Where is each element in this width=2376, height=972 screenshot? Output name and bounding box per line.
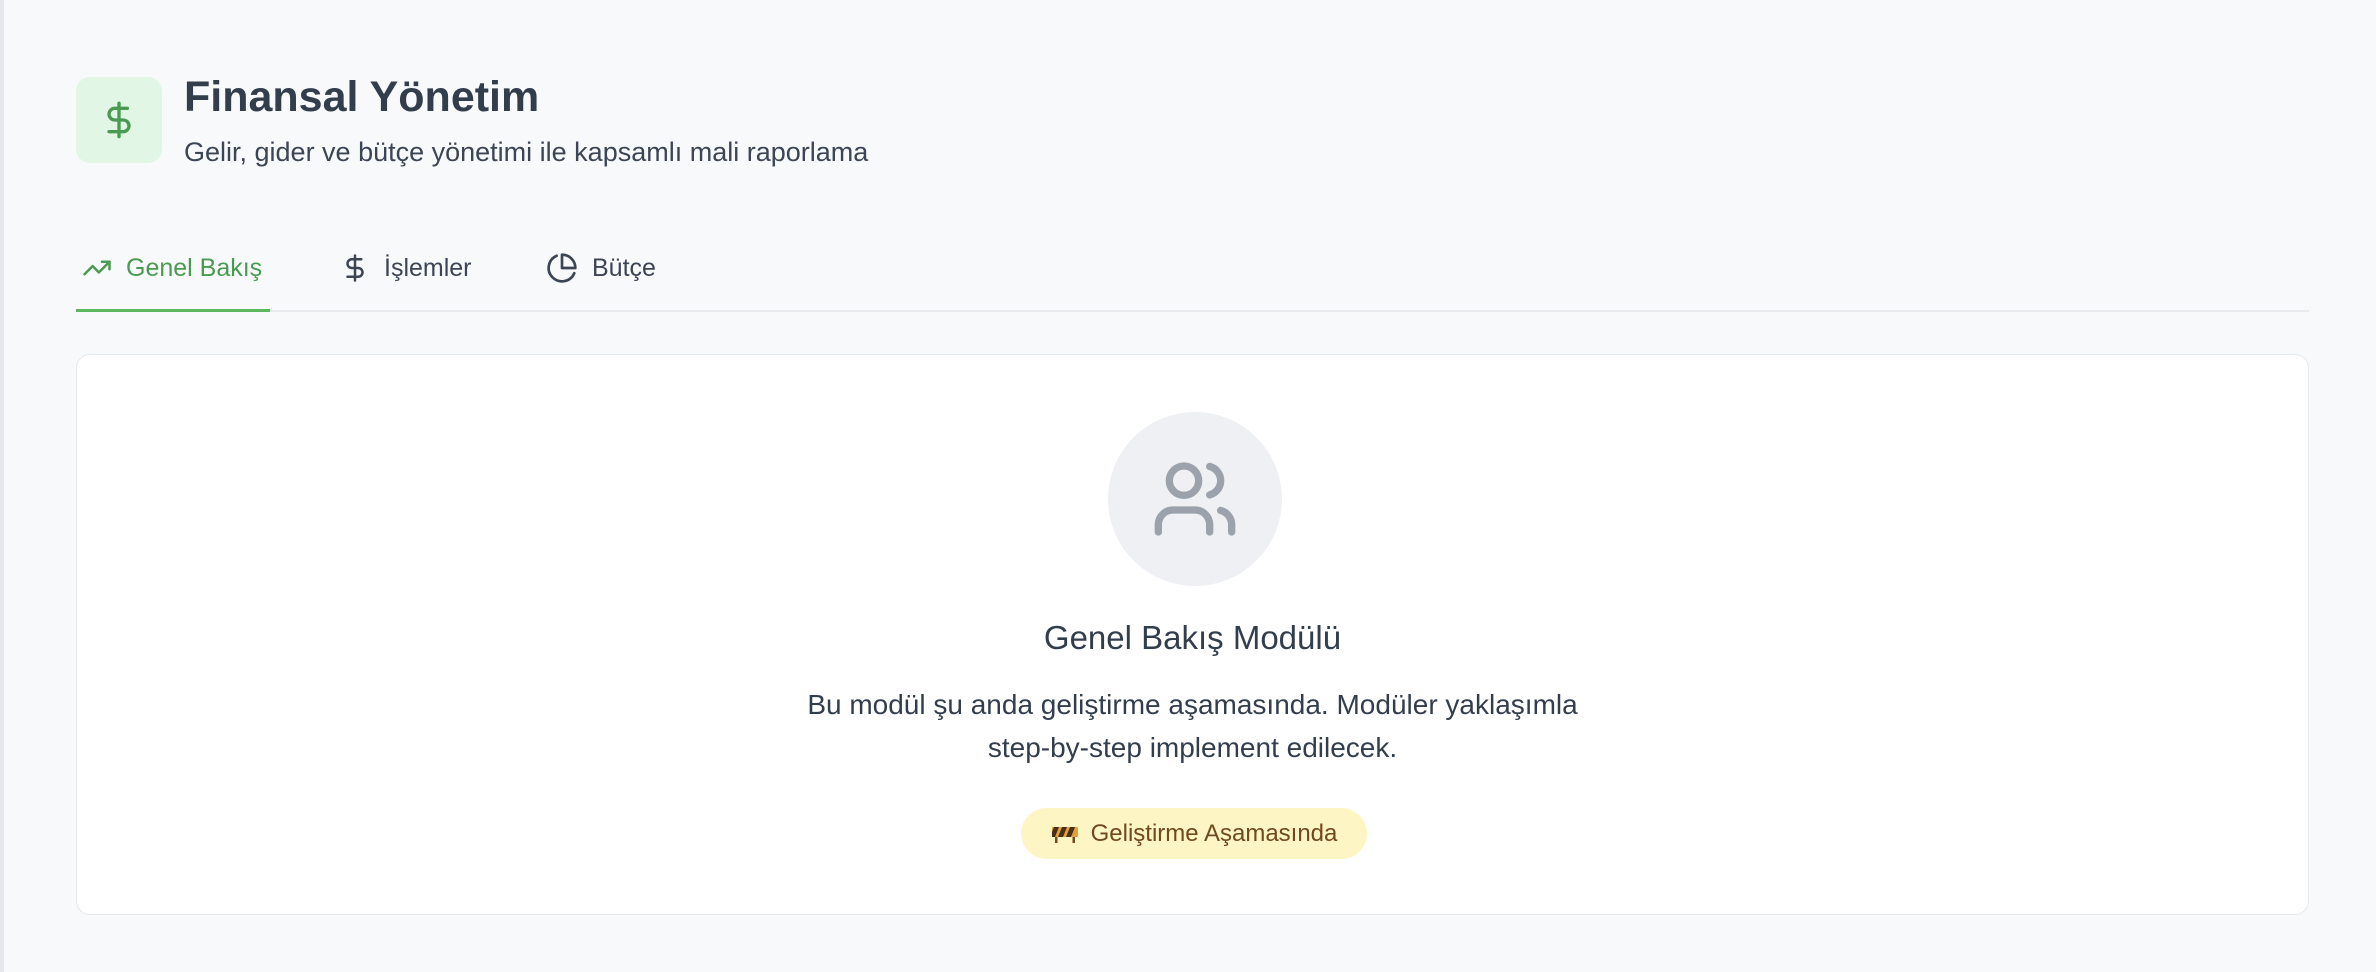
- module-icon-circle: [1108, 412, 1282, 586]
- pie-chart-icon: [547, 253, 577, 283]
- description-line: Bu modül şu anda geliştirme aşamasında. …: [807, 689, 1578, 720]
- trending-up-icon: [83, 260, 111, 276]
- page-title: Finansal Yönetim: [184, 73, 540, 121]
- module-title: Genel Bakış Modülü: [1043, 619, 1342, 656]
- users-icon: [1154, 462, 1236, 536]
- module-card: Genel Bakış Modülü Bu modül şu anda geli…: [76, 354, 2309, 915]
- page-header: Finansal Yönetim Gelir, gider ve bütçe y…: [76, 73, 869, 167]
- status-badge: Geliştirme Aşamasında: [1021, 808, 1367, 859]
- badge-label: Geliştirme Aşamasında: [1090, 819, 1338, 847]
- module-description: Bu modül şu anda geliştirme aşamasında. …: [77, 683, 2308, 769]
- page-subtitle: Gelir, gider ve bütçe yönetimi ile kapsa…: [184, 137, 869, 167]
- tab-bar: Genel Bakış İşlemler Bütçe: [76, 226, 2309, 312]
- tab-label: İşlemler: [384, 253, 472, 282]
- finance-logo: [76, 77, 162, 163]
- tab-islemler[interactable]: İşlemler: [340, 226, 472, 310]
- tab-label: Genel Bakış: [126, 253, 263, 282]
- tab-genel-bakis[interactable]: Genel Bakış: [76, 226, 271, 312]
- dollar-icon: [346, 254, 364, 282]
- tab-butce[interactable]: Bütçe: [546, 226, 656, 310]
- description-line: step-by-step implement edilecek.: [987, 732, 1398, 763]
- tab-label: Bütçe: [592, 253, 656, 282]
- window-left-border: [0, 0, 4, 972]
- dollar-icon: [107, 101, 131, 139]
- construction-barrier-icon: [1051, 826, 1078, 843]
